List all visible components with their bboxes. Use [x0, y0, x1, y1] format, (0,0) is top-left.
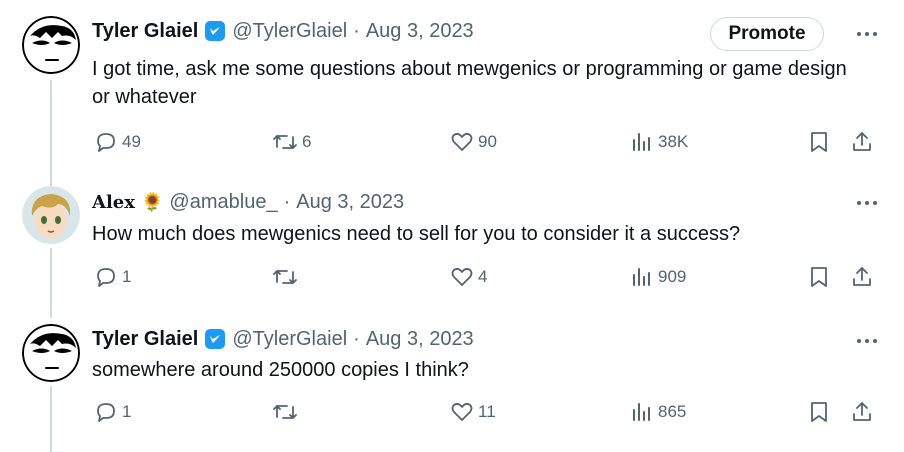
share-icon: [853, 402, 871, 421]
heart-icon: [451, 402, 473, 421]
views-button[interactable]: 38K: [630, 130, 688, 154]
bookmark-icon: [811, 132, 827, 152]
views-button[interactable]: 865: [630, 400, 686, 424]
reply-icon: [97, 403, 115, 422]
author-name[interactable]: Tyler Glaiel: [92, 20, 198, 43]
tweet-text: I got time, ask me some questions about …: [92, 58, 847, 108]
reply-count: 1: [122, 402, 132, 421]
bookmark-icon: [811, 402, 827, 422]
bookmark-button[interactable]: [808, 400, 830, 424]
author-name[interactable]: Tyler Glaiel: [92, 328, 198, 351]
tyler-avatar-icon: [22, 324, 80, 382]
verified-badge-icon: [204, 20, 226, 42]
tweet-avatar[interactable]: [22, 324, 80, 382]
separator-dot: ·: [283, 190, 291, 213]
share-button[interactable]: [850, 400, 874, 424]
separator-dot: ·: [353, 19, 360, 42]
repost-button[interactable]: [272, 400, 302, 424]
reply-count: 49: [122, 132, 141, 151]
repost-icon: [273, 135, 297, 149]
bookmark-button[interactable]: [808, 265, 830, 289]
sunflower-emoji: 🌻: [141, 191, 164, 212]
reply-button[interactable]: 49: [94, 130, 141, 154]
action-bar: 49 6 90 38K: [0, 128, 904, 156]
verified-badge-icon: [204, 328, 226, 350]
tyler-avatar-icon: [22, 16, 80, 74]
reply-icon: [97, 268, 115, 287]
share-button[interactable]: [850, 130, 874, 154]
reply-count: 1: [122, 267, 132, 286]
author-name[interactable]: Alex: [92, 192, 135, 213]
heart-icon: [451, 132, 473, 151]
like-count: 11: [478, 402, 496, 421]
like-count: 90: [478, 132, 497, 151]
tweet-text: somewhere around 250000 copies I think?: [92, 359, 469, 381]
action-bar: 1 11 865: [0, 400, 904, 428]
like-button[interactable]: 90: [450, 130, 497, 154]
views-chart-icon: [633, 403, 650, 421]
author-handle[interactable]: @amablue_: [169, 191, 277, 214]
more-dots-icon[interactable]: [856, 330, 878, 352]
bookmark-button[interactable]: [808, 130, 830, 154]
reply-icon: [97, 133, 115, 152]
tweet-header: Tyler Glaiel @TylerGlaiel · Aug 3, 2023: [92, 327, 474, 351]
reply-button[interactable]: 1: [94, 400, 131, 424]
separator-dot: ·: [353, 327, 360, 350]
tweet-date[interactable]: Aug 3, 2023: [366, 328, 474, 351]
tweet-avatar[interactable]: [22, 16, 80, 74]
tweet-date[interactable]: Aug 3, 2023: [366, 20, 474, 43]
more-dots-icon[interactable]: [856, 192, 878, 214]
views-count: 865: [658, 402, 687, 421]
reply-button[interactable]: 1: [94, 265, 131, 289]
repost-button[interactable]: [272, 265, 302, 289]
tweet-text: How much does mewgenics need to sell for…: [92, 223, 741, 245]
like-count: 4: [478, 267, 488, 286]
repost-count: 6: [302, 132, 312, 151]
tweet[interactable]: Alex 🌻 @amablue_ · Aug 3, 2023 How much …: [0, 180, 904, 320]
tweet-date[interactable]: Aug 3, 2023: [296, 191, 404, 214]
views-button[interactable]: 909: [630, 265, 686, 289]
repost-button[interactable]: 6: [272, 130, 311, 154]
like-button[interactable]: 4: [450, 265, 487, 289]
action-bar: 1 4 909: [0, 265, 904, 293]
tweet-avatar[interactable]: [22, 186, 80, 244]
repost-icon: [273, 405, 297, 419]
share-icon: [853, 267, 871, 286]
more-dots-icon[interactable]: [856, 23, 878, 45]
tweet[interactable]: Tyler Glaiel @TylerGlaiel · Aug 3, 2023 …: [0, 0, 904, 180]
author-handle[interactable]: @TylerGlaiel: [232, 328, 347, 351]
tweet-header: Alex 🌻 @amablue_ · Aug 3, 2023: [92, 190, 404, 214]
promote-button[interactable]: Promote: [710, 17, 824, 51]
views-count: 38K: [658, 132, 689, 151]
views-chart-icon: [633, 268, 650, 286]
repost-icon: [273, 270, 297, 284]
author-handle[interactable]: @TylerGlaiel: [232, 20, 347, 43]
views-chart-icon: [633, 133, 650, 151]
views-count: 909: [658, 267, 687, 286]
alex-avatar-icon: [22, 186, 80, 244]
share-icon: [853, 132, 871, 151]
tweet-header: Tyler Glaiel @TylerGlaiel · Aug 3, 2023: [92, 19, 474, 43]
tweet[interactable]: Tyler Glaiel @TylerGlaiel · Aug 3, 2023 …: [0, 318, 904, 452]
like-button[interactable]: 11: [450, 400, 496, 424]
share-button[interactable]: [850, 265, 874, 289]
bookmark-icon: [811, 267, 827, 287]
heart-icon: [451, 267, 473, 286]
